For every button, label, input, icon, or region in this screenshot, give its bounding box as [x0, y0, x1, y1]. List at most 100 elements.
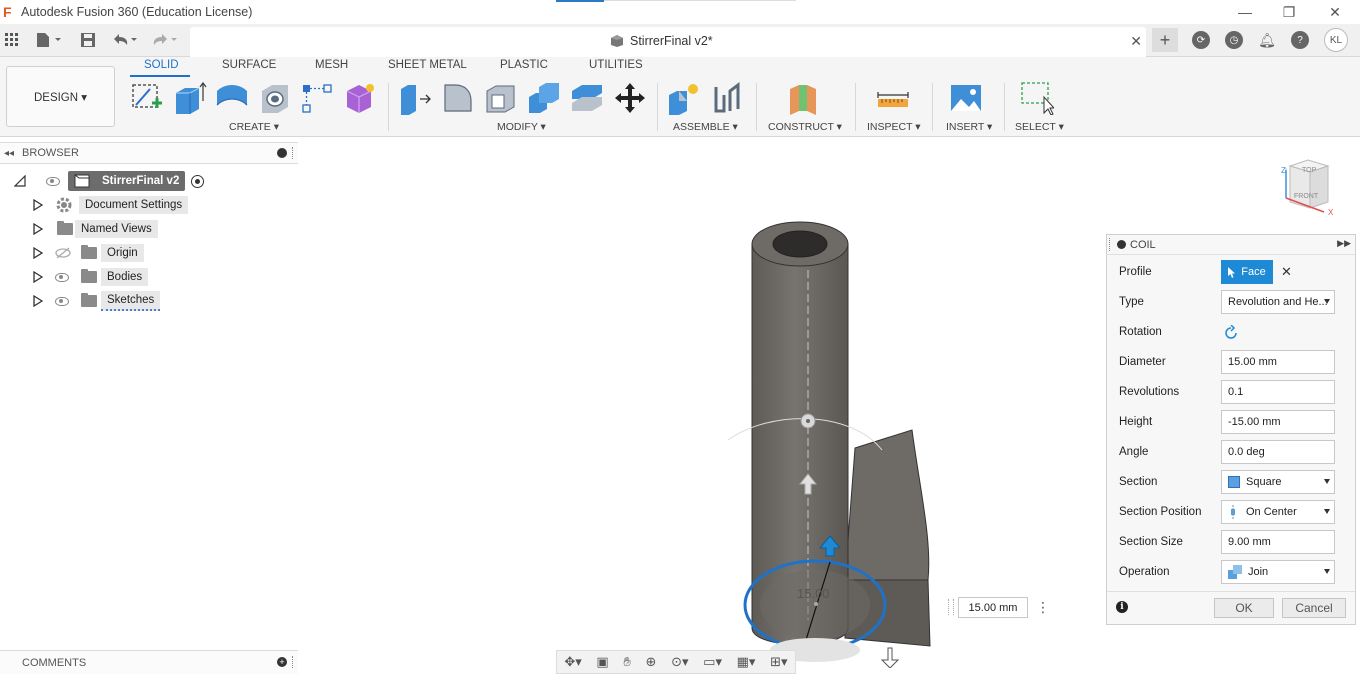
tab-plastic[interactable]: PLASTIC	[500, 59, 548, 71]
tree-root[interactable]: StirrerFinal v2	[14, 170, 205, 192]
fillet-icon[interactable]	[441, 81, 475, 115]
close-window-button[interactable]: ✕	[1312, 0, 1358, 24]
select-group-label[interactable]: SELECT ▾	[1015, 121, 1064, 133]
assemble-group-label[interactable]: ASSEMBLE ▾	[673, 121, 738, 133]
tab-surface[interactable]: SURFACE	[222, 59, 276, 71]
offset-plane-icon[interactable]	[787, 81, 821, 115]
tree-item-named-views[interactable]: Named Views	[33, 218, 158, 240]
expand-toggle-icon[interactable]	[14, 175, 26, 187]
tree-item-origin[interactable]: Origin	[33, 242, 144, 264]
activate-radio-icon[interactable]	[191, 174, 205, 188]
profile-select-button[interactable]: Face	[1221, 260, 1273, 284]
tree-item-bodies[interactable]: Bodies	[33, 266, 149, 288]
insert-group-label[interactable]: INSERT ▾	[946, 121, 992, 133]
notifications-bell-icon[interactable]: 🔔︎	[1258, 31, 1276, 49]
inspect-group-label[interactable]: INSPECT ▾	[867, 121, 921, 133]
extrude-icon[interactable]	[173, 81, 207, 115]
close-document-icon[interactable]: ✕	[1130, 33, 1142, 50]
select-window-icon[interactable]	[1020, 81, 1054, 115]
look-at-icon[interactable]: ▣	[596, 654, 608, 670]
expand-toggle-icon[interactable]	[33, 246, 44, 260]
expand-toggle-icon[interactable]	[33, 294, 44, 308]
measure-icon[interactable]	[876, 81, 910, 115]
modify-group-label[interactable]: MODIFY ▾	[497, 121, 546, 133]
rotation-direction-icon[interactable]	[1223, 325, 1239, 341]
browser-grip-icon[interactable]	[292, 147, 294, 159]
section-size-input[interactable]: 9.00 mm	[1221, 530, 1335, 554]
display-settings-icon[interactable]: ▭▾	[703, 654, 722, 670]
create-sketch-icon[interactable]	[130, 81, 164, 115]
dimension-input[interactable]: 15.00 mm	[958, 597, 1028, 618]
expand-toggle-icon[interactable]	[33, 198, 44, 212]
joint-icon[interactable]	[710, 81, 744, 115]
comments-grip-icon[interactable]	[292, 656, 294, 668]
visibility-eye-icon[interactable]	[46, 176, 60, 186]
document-tab[interactable]: StirrerFinal v2* ✕	[190, 27, 1146, 57]
section-position-dropdown[interactable]: On Center	[1221, 500, 1335, 524]
file-menu-icon[interactable]	[34, 30, 64, 50]
tab-solid[interactable]: SOLID	[144, 59, 179, 71]
press-pull-icon[interactable]	[398, 81, 432, 115]
ok-button[interactable]: OK	[1214, 598, 1274, 618]
undo-icon[interactable]	[110, 30, 140, 50]
new-component-icon[interactable]	[667, 81, 701, 115]
cancel-button[interactable]: Cancel	[1282, 598, 1346, 618]
new-tab-plus-icon[interactable]: +	[1152, 28, 1178, 52]
create-form-icon[interactable]	[343, 81, 377, 115]
dimension-more-icon[interactable]: ⋮	[1036, 600, 1050, 614]
add-comment-icon[interactable]: +	[277, 657, 287, 667]
tab-utilities[interactable]: UTILITIES	[589, 59, 643, 71]
tab-mesh[interactable]: MESH	[315, 59, 348, 71]
tree-item-document-settings[interactable]: Document Settings	[33, 194, 189, 216]
angle-input[interactable]: 0.0 deg	[1221, 440, 1335, 464]
collapse-browser-icon[interactable]: ◂◂	[4, 148, 14, 159]
minimize-button[interactable]: —	[1222, 0, 1268, 24]
redo-icon[interactable]	[150, 30, 180, 50]
move-copy-icon[interactable]	[613, 81, 647, 115]
expand-toggle-icon[interactable]	[33, 222, 44, 236]
clear-selection-icon[interactable]: ✕	[1281, 264, 1292, 280]
tree-item-sketches[interactable]: Sketches	[33, 290, 161, 312]
dialog-grip-icon[interactable]	[1109, 238, 1111, 251]
workspace-switcher-button[interactable]: DESIGN ▾	[6, 66, 115, 127]
help-icon[interactable]: ?	[1291, 31, 1309, 49]
extensions-icon[interactable]: ⟳	[1192, 31, 1210, 49]
visibility-eye-icon[interactable]	[55, 272, 69, 282]
root-component-chip[interactable]: StirrerFinal v2	[68, 171, 186, 191]
tab-sheet-metal[interactable]: SHEET METAL	[388, 59, 467, 71]
insert-image-icon[interactable]	[949, 81, 983, 115]
collapse-dialog-icon[interactable]	[1117, 240, 1126, 249]
shell-icon[interactable]	[484, 81, 518, 115]
hole-icon[interactable]	[258, 81, 292, 115]
combine-icon[interactable]	[527, 81, 561, 115]
app-grid-icon[interactable]	[4, 30, 20, 50]
pan-hand-icon[interactable]: ✋︎	[623, 654, 630, 670]
job-status-clock-icon[interactable]: ◷	[1225, 31, 1243, 49]
browser-minimize-icon[interactable]	[277, 148, 287, 158]
save-icon[interactable]	[80, 30, 96, 50]
type-dropdown[interactable]: Revolution and He...	[1221, 290, 1335, 314]
viewcube[interactable]: TOP FRONT Z X	[1278, 156, 1338, 220]
revolutions-input[interactable]: 0.1	[1221, 380, 1335, 404]
create-group-label[interactable]: CREATE ▾	[229, 121, 279, 133]
viewports-icon[interactable]: ⊞▾	[770, 654, 787, 670]
pattern-icon[interactable]	[300, 81, 334, 115]
user-avatar[interactable]: KL	[1324, 28, 1348, 52]
revolve-icon[interactable]	[215, 81, 249, 115]
section-dropdown[interactable]: Square	[1221, 470, 1335, 494]
expand-dialog-icon[interactable]: ▶▶	[1337, 238, 1351, 249]
hidden-eye-icon[interactable]	[55, 247, 71, 259]
comments-panel[interactable]: COMMENTS +	[0, 650, 298, 674]
zoom-window-icon[interactable]: ⊙▾	[671, 654, 688, 670]
info-icon[interactable]: i	[1116, 601, 1128, 613]
diameter-input[interactable]: 15.00 mm	[1221, 350, 1335, 374]
expand-toggle-icon[interactable]	[33, 270, 44, 284]
grid-settings-icon[interactable]: ▦▾	[737, 654, 756, 670]
height-input[interactable]: -15.00 mm	[1221, 410, 1335, 434]
operation-dropdown[interactable]: Join	[1221, 560, 1335, 584]
maximize-button[interactable]: ❐	[1266, 0, 1312, 24]
model-viewport[interactable]	[700, 210, 960, 668]
visibility-eye-icon[interactable]	[55, 296, 69, 306]
construct-group-label[interactable]: CONSTRUCT ▾	[768, 121, 842, 133]
orbit-icon[interactable]: ✥▾	[564, 654, 581, 670]
